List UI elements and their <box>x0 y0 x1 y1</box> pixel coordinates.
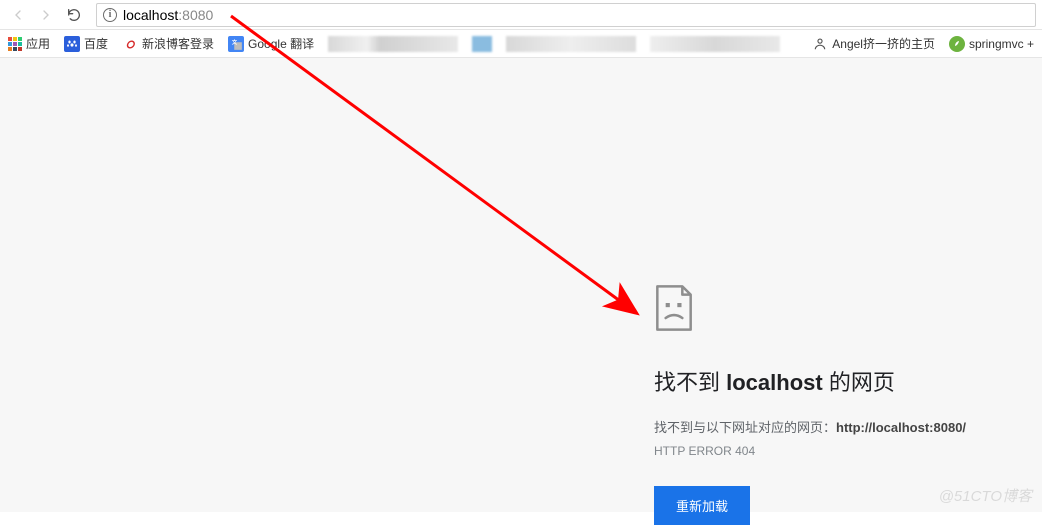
apps-icon <box>8 37 22 51</box>
apps-button[interactable]: 应用 <box>8 35 50 52</box>
bookmark-blurred[interactable] <box>506 36 636 52</box>
address-bar[interactable]: i localhost:8080 <box>96 3 1036 27</box>
bookmark-blurred[interactable] <box>328 36 458 52</box>
bookmark-label: springmvc + <box>969 37 1034 51</box>
bookmark-angel[interactable]: Angel挤一挤的主页 <box>812 35 935 52</box>
watermark: @51CTO博客 <box>939 485 1032 506</box>
blurred-icon <box>328 36 458 52</box>
bookmark-google-translate[interactable]: 文 Google 翻译 <box>228 35 314 52</box>
blurred-icon <box>472 36 492 52</box>
error-heading: 找不到 localhost 的网页 <box>654 365 1034 397</box>
url-text: localhost:8080 <box>123 7 213 23</box>
url-host: localhost <box>123 7 178 23</box>
blurred-icon <box>506 36 636 52</box>
forward-button[interactable] <box>34 3 58 27</box>
bookmark-label: 百度 <box>84 35 108 52</box>
bookmark-label: Google 翻译 <box>248 35 314 52</box>
spring-icon <box>949 36 965 52</box>
bookmark-baidu[interactable]: 百度 <box>64 35 108 52</box>
back-button[interactable] <box>6 3 30 27</box>
bookmark-label: Angel挤一挤的主页 <box>832 35 935 52</box>
bookmark-blurred[interactable] <box>472 36 492 52</box>
apps-label: 应用 <box>26 35 50 52</box>
site-info-icon[interactable]: i <box>103 8 117 22</box>
bookmark-sina[interactable]: ဝ 新浪博客登录 <box>122 35 214 52</box>
frown-page-icon <box>654 284 694 332</box>
blurred-icon <box>650 36 780 52</box>
page-content: 找不到 localhost 的网页 找不到与以下网址对应的网页：http://l… <box>0 58 1042 512</box>
error-code: HTTP ERROR 404 <box>654 444 1034 458</box>
google-translate-icon: 文 <box>228 36 244 52</box>
baidu-icon <box>64 36 80 52</box>
bookmarks-bar: 应用 百度 ဝ 新浪博客登录 文 Google 翻译 Angel挤一挤的主页 s… <box>0 30 1042 58</box>
browser-toolbar: i localhost:8080 <box>0 0 1042 30</box>
person-icon <box>812 36 828 52</box>
reload-button[interactable] <box>62 3 86 27</box>
url-port: :8080 <box>178 7 213 23</box>
error-description: 找不到与以下网址对应的网页：http://localhost:8080/ <box>654 417 1034 436</box>
bookmark-springmvc[interactable]: springmvc + <box>949 36 1034 52</box>
sina-icon: ဝ <box>122 36 138 52</box>
bookmark-label: 新浪博客登录 <box>142 35 214 52</box>
bookmark-blurred[interactable] <box>650 36 780 52</box>
reload-page-button[interactable]: 重新加载 <box>654 486 750 525</box>
